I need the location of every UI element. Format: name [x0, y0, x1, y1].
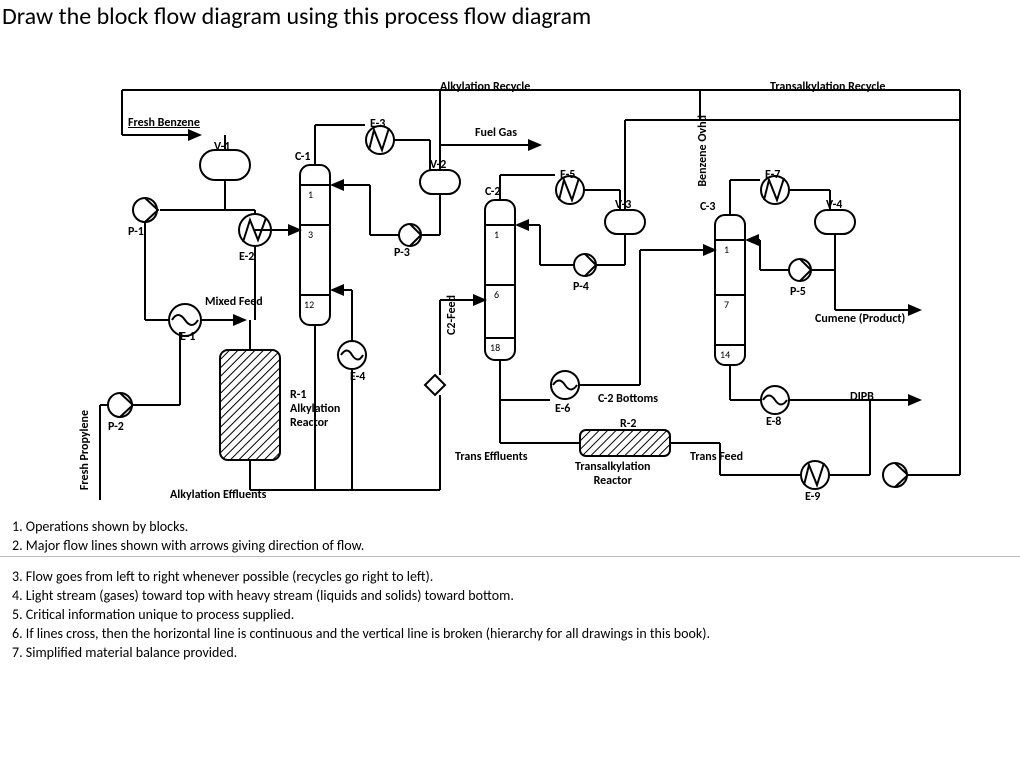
- eq-v2: V-2: [430, 158, 446, 172]
- rule-5: 5. Critical information unique to proces…: [12, 606, 712, 623]
- label-transalkylation-recycle: Transalkylation Recycle: [770, 80, 885, 94]
- svg-text:12: 12: [304, 298, 314, 311]
- eq-p1: P-1: [128, 225, 144, 239]
- eq-v3: V-3: [615, 198, 631, 212]
- eq-e9: E-9: [805, 490, 820, 504]
- eq-e2: E-2: [239, 250, 254, 264]
- label-c2-bottoms: C-2 Bottoms: [598, 392, 658, 406]
- eq-p4: P-4: [573, 280, 589, 294]
- eq-e4: E-4: [350, 370, 365, 384]
- rules-list: 1. Operations shown by blocks. 2. Major …: [12, 516, 712, 663]
- label-benzene-ovhd: Benzene Ovhd: [696, 115, 710, 187]
- svg-text:1: 1: [308, 188, 313, 201]
- label-dipb: DIPB: [850, 390, 874, 404]
- label-trans-effluents: Trans Effluents: [455, 450, 528, 464]
- eq-r1-title: Alkylation Reactor: [290, 402, 340, 430]
- label-fresh-propylene: Fresh Propylene: [78, 410, 92, 490]
- svg-text:14: 14: [720, 348, 730, 361]
- eq-e6: E-6: [555, 402, 570, 416]
- label-alkylation-recycle: Alkylation Recycle: [440, 80, 530, 94]
- page: Draw the block flow diagram using this p…: [0, 0, 1020, 769]
- label-cumene-product: Cumene (Product): [815, 312, 905, 326]
- eq-v1: V-1: [214, 140, 230, 154]
- rule-4: 4. Light stream (gases) toward top with …: [12, 587, 712, 604]
- label-fuel-gas: Fuel Gas: [475, 126, 517, 140]
- eq-e5: E-5: [560, 168, 575, 182]
- rule-2: 2. Major flow lines shown with arrows gi…: [12, 537, 712, 554]
- svg-text:18: 18: [490, 341, 500, 354]
- eq-c2: C-2: [485, 185, 500, 199]
- rule-3: 3. Flow goes from left to right whenever…: [12, 568, 712, 585]
- rule-1: 1. Operations shown by blocks.: [12, 518, 712, 535]
- label-mixed-feed: Mixed Feed: [205, 295, 263, 309]
- label-trans-feed: Trans Feed: [690, 450, 743, 464]
- eq-c1: C-1: [295, 150, 310, 164]
- page-title: Draw the block flow diagram using this p…: [2, 2, 591, 31]
- eq-r1: R-1: [290, 388, 307, 402]
- eq-e7: E-7: [765, 168, 780, 182]
- label-fresh-benzene: Fresh Benzene: [128, 116, 200, 130]
- svg-text:6: 6: [494, 288, 499, 301]
- eq-c3: C-3: [700, 200, 715, 214]
- label-c2-feed: C2-Feed: [445, 295, 459, 335]
- eq-e8: E-8: [766, 415, 781, 429]
- eq-p2: P-2: [108, 420, 124, 434]
- eq-p5: P-5: [790, 285, 806, 299]
- eq-e1: E-1: [180, 330, 195, 344]
- eq-r2: R-2: [620, 417, 637, 431]
- rule-6: 6. If lines cross, then the horizontal l…: [12, 625, 712, 642]
- eq-v4: V-4: [826, 198, 842, 212]
- svg-text:1: 1: [494, 228, 499, 241]
- svg-text:1: 1: [724, 243, 729, 256]
- svg-text:7: 7: [724, 298, 729, 311]
- eq-p3: P-3: [394, 246, 410, 260]
- label-alkylation-effluents: Alkylation Effluents: [170, 488, 266, 502]
- process-flow-diagram: 1 3 12: [0, 70, 1020, 510]
- eq-e3: E-3: [370, 117, 385, 131]
- rule-7: 7. Simplified material balance provided.: [12, 644, 712, 661]
- svg-text:3: 3: [308, 228, 313, 241]
- eq-r2-title: Transalkylation Reactor: [575, 460, 650, 488]
